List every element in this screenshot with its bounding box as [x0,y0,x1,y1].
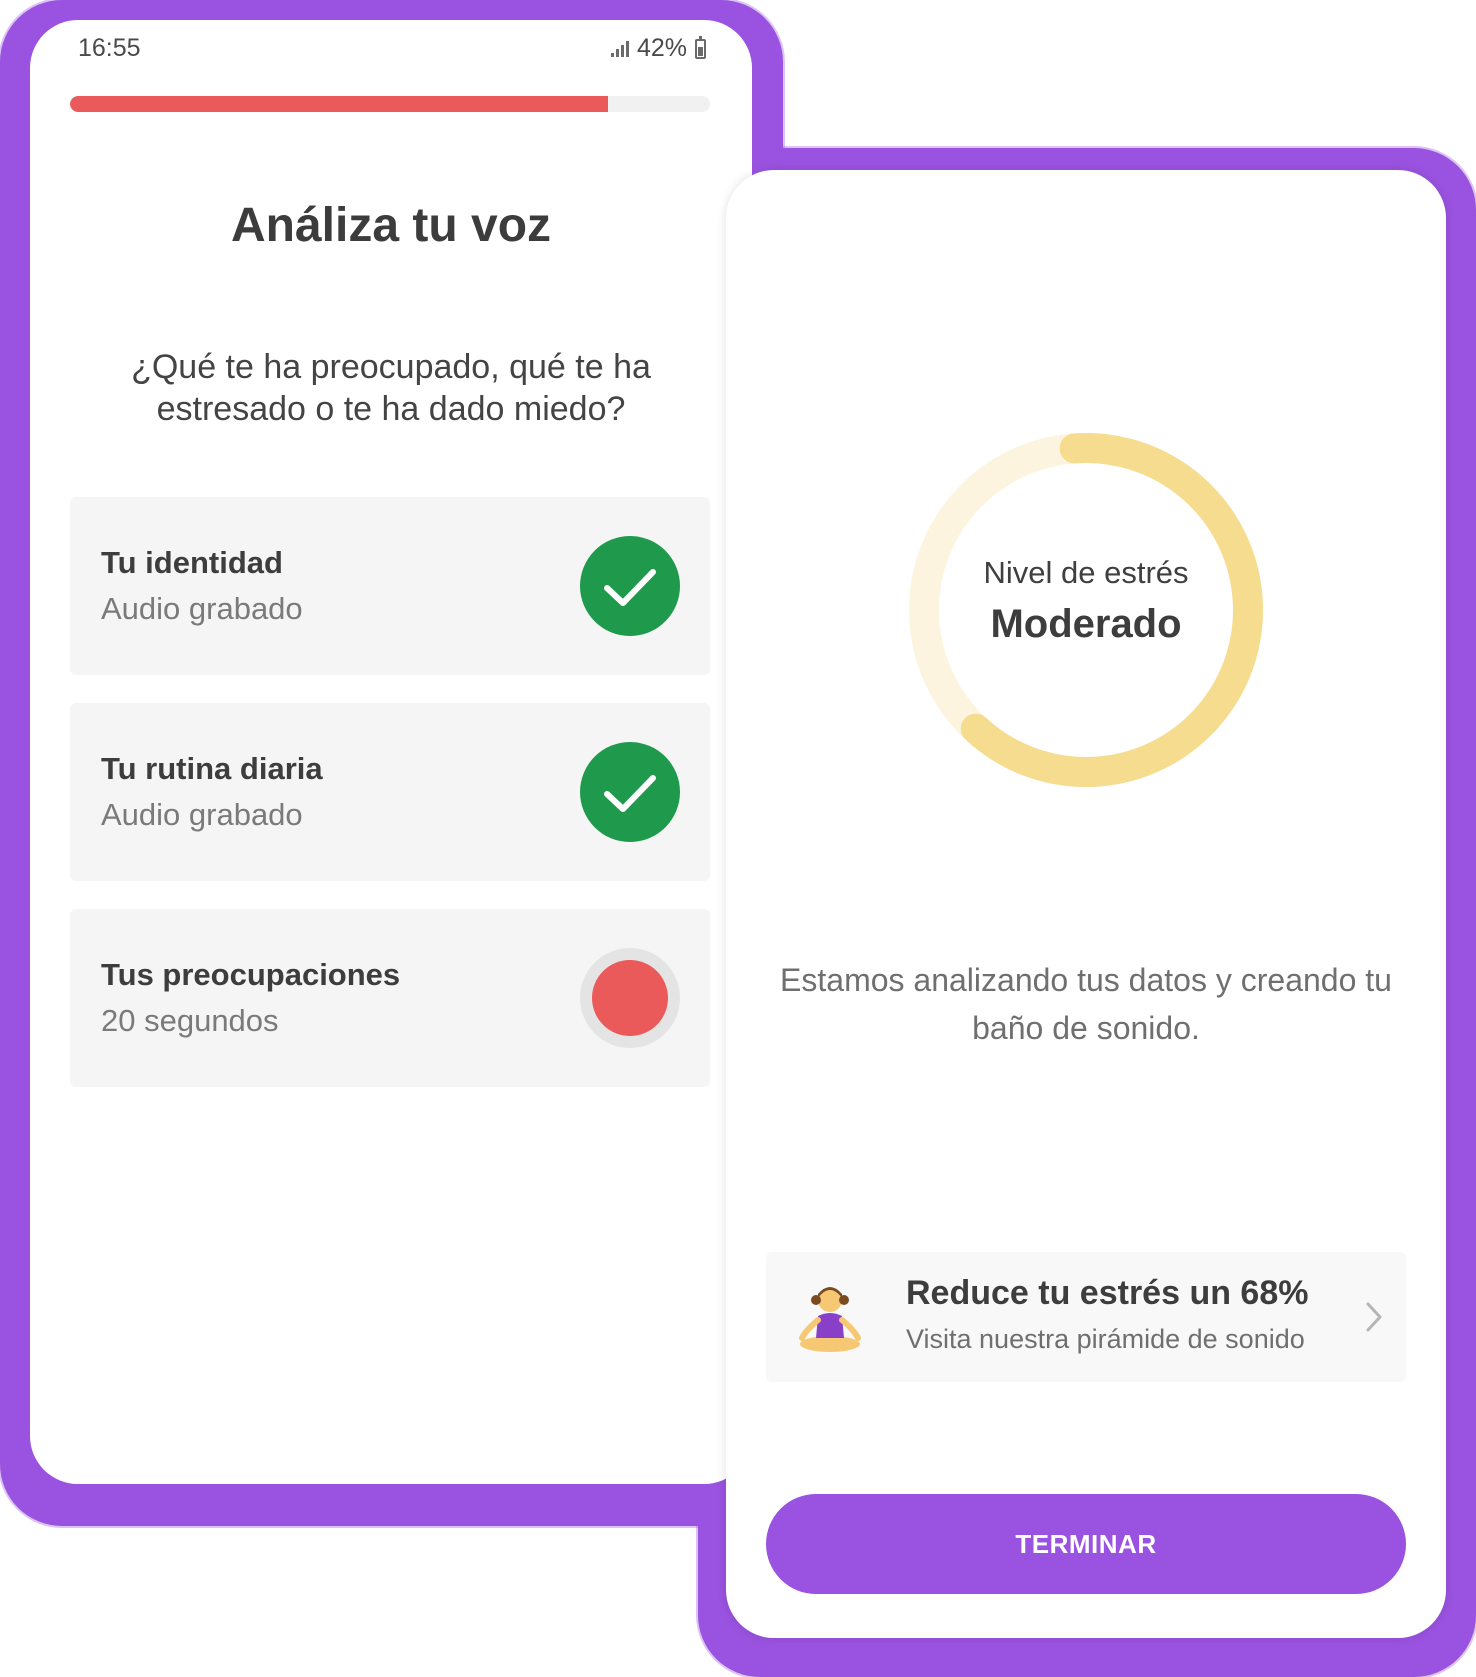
record-icon [592,960,668,1036]
battery-percent: 42% [636,34,687,62]
item-subtitle: Audio grabado [101,591,303,626]
item-subtitle: 20 segundos [101,1003,279,1038]
item-title: Tus preocupaciones [101,957,401,992]
list-item-worries[interactable]: Tus preocupaciones 20 segundos [70,909,710,1087]
check-icon [580,536,680,636]
question-text: ¿Qué te ha preocupado, qué te ha estresa… [131,348,651,428]
finish-button[interactable]: TERMINAR [766,1494,1406,1594]
list-item-daily-routine[interactable]: Tu rutina diaria Audio grabado [70,703,710,881]
promo-subtitle: Visita nuestra pirámide de sonido [906,1324,1305,1354]
progress-bar-fill [70,96,608,112]
item-title: Tu identidad [101,545,283,580]
check-icon [580,742,680,842]
meditation-icon [799,1287,861,1352]
progress-bar [70,96,710,112]
page-title: Análiza tu voz [230,199,552,252]
stress-label: Nivel de estrés [983,555,1189,590]
promo-card[interactable]: Reduce tu estrés un 68% Visita nuestra p… [766,1252,1406,1382]
analyzing-text: Estamos analizando tus datos y creando t… [780,962,1392,1046]
stress-result-screen: Nivel de estrés Moderado Estamos analiza… [726,170,1446,1638]
voice-analysis-screen: 16:55 42% Análiza tu voz ¿Qué te ha preo… [30,20,752,1484]
battery-icon [695,35,706,59]
item-title: Tu rutina diaria [101,751,323,786]
stress-value: Moderado [990,602,1182,646]
list-item-identity[interactable]: Tu identidad Audio grabado [70,497,710,675]
signal-icon [610,40,629,57]
record-button[interactable] [580,948,680,1048]
status-indicators: 42% [610,34,706,63]
item-subtitle: Audio grabado [101,797,303,832]
status-time: 16:55 [78,34,141,62]
chevron-right-icon [1366,1302,1382,1332]
promo-title: Reduce tu estrés un 68% [906,1274,1309,1312]
